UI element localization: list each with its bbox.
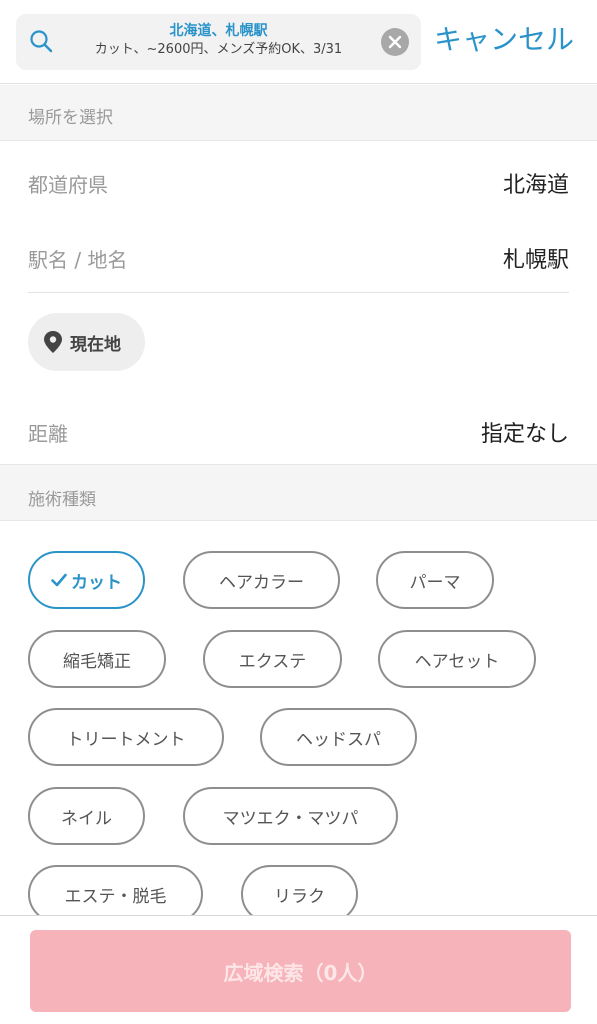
- chip-extension[interactable]: エクステ: [203, 630, 342, 688]
- search-conditions: カット、~2600円、メンズ予約OK、3/31: [94, 42, 343, 57]
- chip-label: エステ・脱毛: [64, 886, 167, 907]
- chip-label: エクステ: [238, 651, 307, 672]
- distance-row[interactable]: 距離 指定なし: [0, 404, 597, 460]
- chip-label: パーマ: [409, 572, 461, 593]
- chip-label: トリートメント: [66, 729, 186, 750]
- check-icon: [51, 573, 67, 587]
- search-header: 北海道、札幌駅 カット、~2600円、メンズ予約OK、3/31 キャンセル: [0, 0, 597, 84]
- station-row[interactable]: 駅名 / 地名 札幌駅: [0, 230, 597, 286]
- chip-hair-color[interactable]: ヘアカラー: [183, 551, 340, 609]
- chip-hair-set[interactable]: ヘアセット: [378, 630, 536, 688]
- cancel-button[interactable]: キャンセル: [434, 20, 574, 60]
- chip-label: リラク: [274, 886, 325, 907]
- treatment-section-title: 施術種類: [28, 490, 96, 510]
- chip-label: カット: [71, 572, 122, 593]
- prefecture-value: 北海道: [502, 173, 569, 198]
- location-pin-icon: [44, 331, 62, 353]
- chip-label: ヘアカラー: [219, 572, 304, 593]
- station-value: 札幌駅: [502, 248, 569, 273]
- chip-label: 縮毛矯正: [63, 651, 131, 672]
- distance-label: 距離: [28, 422, 68, 446]
- search-summary-text: 北海道、札幌駅 カット、~2600円、メンズ予約OK、3/31: [66, 22, 371, 60]
- current-location-label: 現在地: [70, 335, 121, 355]
- chip-cut[interactable]: カット: [28, 551, 145, 609]
- distance-value: 指定なし: [480, 422, 569, 447]
- treatment-section-header: 施術種類: [0, 464, 597, 521]
- chip-nail[interactable]: ネイル: [28, 787, 145, 845]
- chip-label: ヘッドスパ: [296, 729, 381, 750]
- clear-button[interactable]: [381, 28, 409, 56]
- search-title: 北海道、札幌駅: [169, 23, 268, 39]
- clear-icon: [388, 35, 402, 49]
- bottom-action-bar: 広域検索（0人）: [0, 915, 597, 1024]
- chip-eyelash[interactable]: マツエク・マツパ: [183, 787, 398, 845]
- chip-label: ネイル: [61, 808, 112, 829]
- search-icon: [30, 30, 53, 53]
- divider: [28, 292, 569, 293]
- location-section-title: 場所を選択: [28, 108, 113, 128]
- location-section-header: 場所を選択: [0, 85, 597, 141]
- station-label: 駅名 / 地名: [28, 248, 128, 272]
- current-location-button[interactable]: 現在地: [28, 313, 145, 371]
- chip-perm[interactable]: パーマ: [376, 551, 494, 609]
- prefecture-row[interactable]: 都道府県 北海道: [0, 155, 597, 211]
- chip-head-spa[interactable]: ヘッドスパ: [260, 708, 417, 766]
- chip-label: マツエク・マツパ: [222, 808, 359, 829]
- search-summary-box[interactable]: 北海道、札幌駅 カット、~2600円、メンズ予約OK、3/31: [16, 14, 421, 70]
- chip-label: ヘアセット: [414, 651, 500, 672]
- chip-treatment[interactable]: トリートメント: [28, 708, 224, 766]
- prefecture-label: 都道府県: [28, 173, 108, 197]
- wide-area-search-button[interactable]: 広域検索（0人）: [30, 930, 571, 1012]
- chip-straightening[interactable]: 縮毛矯正: [28, 630, 166, 688]
